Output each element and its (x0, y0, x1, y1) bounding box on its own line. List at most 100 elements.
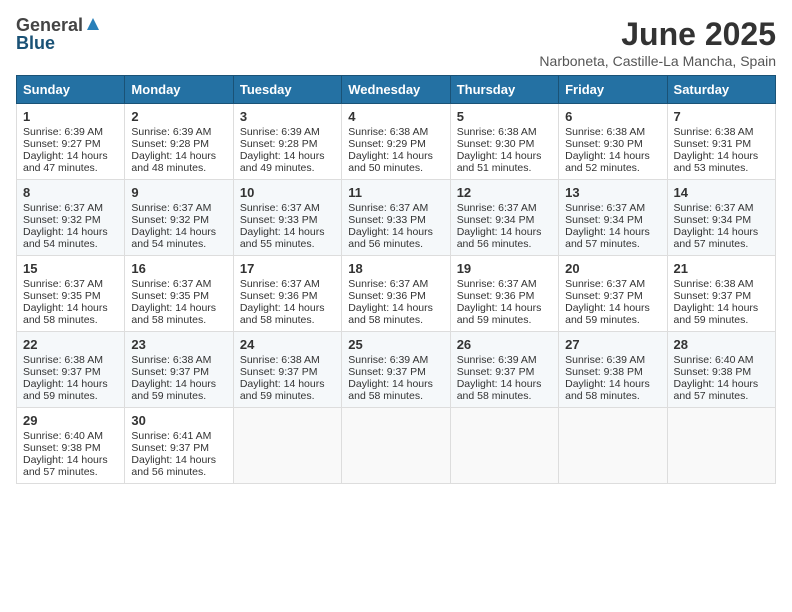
sunrise-label: Sunrise: 6:37 AM (23, 202, 103, 214)
daylight-label: Daylight: 14 hours and 59 minutes. (457, 302, 542, 326)
daylight-label: Daylight: 14 hours and 47 minutes. (23, 150, 108, 174)
sunset-label: Sunset: 9:38 PM (674, 366, 752, 378)
day-number: 20 (565, 261, 660, 276)
calendar-cell (450, 408, 558, 484)
sunset-label: Sunset: 9:37 PM (348, 366, 426, 378)
daylight-label: Daylight: 14 hours and 59 minutes. (565, 302, 650, 326)
title-block: June 2025 Narboneta, Castille-La Mancha,… (539, 16, 776, 69)
daylight-label: Daylight: 14 hours and 58 minutes. (131, 302, 216, 326)
sunrise-label: Sunrise: 6:38 AM (131, 354, 211, 366)
sunrise-label: Sunrise: 6:39 AM (457, 354, 537, 366)
logo-triangle-icon (86, 17, 100, 36)
sunset-label: Sunset: 9:37 PM (674, 290, 752, 302)
sunrise-label: Sunrise: 6:38 AM (674, 126, 754, 138)
sunrise-label: Sunrise: 6:38 AM (674, 278, 754, 290)
sunset-label: Sunset: 9:37 PM (23, 366, 101, 378)
day-number: 23 (131, 337, 226, 352)
calendar-cell: 8 Sunrise: 6:37 AM Sunset: 9:32 PM Dayli… (17, 180, 125, 256)
day-number: 27 (565, 337, 660, 352)
day-number: 26 (457, 337, 552, 352)
daylight-label: Daylight: 14 hours and 57 minutes. (565, 226, 650, 250)
weekday-header: Wednesday (342, 76, 450, 104)
sunset-label: Sunset: 9:36 PM (348, 290, 426, 302)
calendar-cell: 10 Sunrise: 6:37 AM Sunset: 9:33 PM Dayl… (233, 180, 341, 256)
calendar-cell: 5 Sunrise: 6:38 AM Sunset: 9:30 PM Dayli… (450, 104, 558, 180)
calendar-cell: 25 Sunrise: 6:39 AM Sunset: 9:37 PM Dayl… (342, 332, 450, 408)
location: Narboneta, Castille-La Mancha, Spain (539, 53, 776, 69)
calendar-cell: 26 Sunrise: 6:39 AM Sunset: 9:37 PM Dayl… (450, 332, 558, 408)
sunset-label: Sunset: 9:33 PM (240, 214, 318, 226)
day-number: 6 (565, 109, 660, 124)
sunrise-label: Sunrise: 6:40 AM (674, 354, 754, 366)
day-number: 16 (131, 261, 226, 276)
daylight-label: Daylight: 14 hours and 51 minutes. (457, 150, 542, 174)
calendar-cell: 7 Sunrise: 6:38 AM Sunset: 9:31 PM Dayli… (667, 104, 775, 180)
sunrise-label: Sunrise: 6:39 AM (240, 126, 320, 138)
sunset-label: Sunset: 9:37 PM (457, 366, 535, 378)
sunrise-label: Sunrise: 6:40 AM (23, 430, 103, 442)
calendar-cell: 19 Sunrise: 6:37 AM Sunset: 9:36 PM Dayl… (450, 256, 558, 332)
calendar-cell: 16 Sunrise: 6:37 AM Sunset: 9:35 PM Dayl… (125, 256, 233, 332)
calendar-cell: 22 Sunrise: 6:38 AM Sunset: 9:37 PM Dayl… (17, 332, 125, 408)
day-number: 3 (240, 109, 335, 124)
weekday-header: Tuesday (233, 76, 341, 104)
sunset-label: Sunset: 9:38 PM (565, 366, 643, 378)
calendar-cell: 2 Sunrise: 6:39 AM Sunset: 9:28 PM Dayli… (125, 104, 233, 180)
sunset-label: Sunset: 9:30 PM (565, 138, 643, 150)
calendar-cell: 24 Sunrise: 6:38 AM Sunset: 9:37 PM Dayl… (233, 332, 341, 408)
sunrise-label: Sunrise: 6:39 AM (348, 354, 428, 366)
sunset-label: Sunset: 9:35 PM (131, 290, 209, 302)
month-year: June 2025 (539, 16, 776, 53)
daylight-label: Daylight: 14 hours and 54 minutes. (131, 226, 216, 250)
page-header: General Blue June 2025 Narboneta, Castil… (16, 16, 776, 69)
calendar-cell: 18 Sunrise: 6:37 AM Sunset: 9:36 PM Dayl… (342, 256, 450, 332)
sunset-label: Sunset: 9:37 PM (565, 290, 643, 302)
sunset-label: Sunset: 9:32 PM (23, 214, 101, 226)
day-number: 11 (348, 185, 443, 200)
weekday-header: Saturday (667, 76, 775, 104)
calendar: SundayMondayTuesdayWednesdayThursdayFrid… (16, 75, 776, 484)
calendar-cell (342, 408, 450, 484)
sunset-label: Sunset: 9:31 PM (674, 138, 752, 150)
daylight-label: Daylight: 14 hours and 52 minutes. (565, 150, 650, 174)
weekday-header: Sunday (17, 76, 125, 104)
sunrise-label: Sunrise: 6:38 AM (348, 126, 428, 138)
day-number: 9 (131, 185, 226, 200)
daylight-label: Daylight: 14 hours and 58 minutes. (348, 378, 433, 402)
calendar-cell: 13 Sunrise: 6:37 AM Sunset: 9:34 PM Dayl… (559, 180, 667, 256)
daylight-label: Daylight: 14 hours and 56 minutes. (348, 226, 433, 250)
daylight-label: Daylight: 14 hours and 59 minutes. (674, 302, 759, 326)
day-number: 21 (674, 261, 769, 276)
calendar-cell: 30 Sunrise: 6:41 AM Sunset: 9:37 PM Dayl… (125, 408, 233, 484)
daylight-label: Daylight: 14 hours and 54 minutes. (23, 226, 108, 250)
calendar-cell (667, 408, 775, 484)
daylight-label: Daylight: 14 hours and 58 minutes. (23, 302, 108, 326)
sunrise-label: Sunrise: 6:37 AM (240, 202, 320, 214)
calendar-cell: 20 Sunrise: 6:37 AM Sunset: 9:37 PM Dayl… (559, 256, 667, 332)
calendar-cell: 21 Sunrise: 6:38 AM Sunset: 9:37 PM Dayl… (667, 256, 775, 332)
sunrise-label: Sunrise: 6:38 AM (565, 126, 645, 138)
sunrise-label: Sunrise: 6:37 AM (457, 202, 537, 214)
sunset-label: Sunset: 9:30 PM (457, 138, 535, 150)
sunset-label: Sunset: 9:34 PM (674, 214, 752, 226)
daylight-label: Daylight: 14 hours and 58 minutes. (457, 378, 542, 402)
day-number: 18 (348, 261, 443, 276)
sunset-label: Sunset: 9:34 PM (565, 214, 643, 226)
sunrise-label: Sunrise: 6:39 AM (23, 126, 103, 138)
daylight-label: Daylight: 14 hours and 55 minutes. (240, 226, 325, 250)
sunset-label: Sunset: 9:34 PM (457, 214, 535, 226)
calendar-cell: 6 Sunrise: 6:38 AM Sunset: 9:30 PM Dayli… (559, 104, 667, 180)
daylight-label: Daylight: 14 hours and 56 minutes. (457, 226, 542, 250)
sunset-label: Sunset: 9:38 PM (23, 442, 101, 454)
logo-blue: Blue (16, 34, 55, 54)
calendar-cell (233, 408, 341, 484)
sunset-label: Sunset: 9:36 PM (457, 290, 535, 302)
day-number: 30 (131, 413, 226, 428)
day-number: 7 (674, 109, 769, 124)
calendar-cell: 28 Sunrise: 6:40 AM Sunset: 9:38 PM Dayl… (667, 332, 775, 408)
day-number: 22 (23, 337, 118, 352)
calendar-cell: 17 Sunrise: 6:37 AM Sunset: 9:36 PM Dayl… (233, 256, 341, 332)
calendar-cell: 12 Sunrise: 6:37 AM Sunset: 9:34 PM Dayl… (450, 180, 558, 256)
sunset-label: Sunset: 9:37 PM (131, 366, 209, 378)
sunrise-label: Sunrise: 6:37 AM (674, 202, 754, 214)
